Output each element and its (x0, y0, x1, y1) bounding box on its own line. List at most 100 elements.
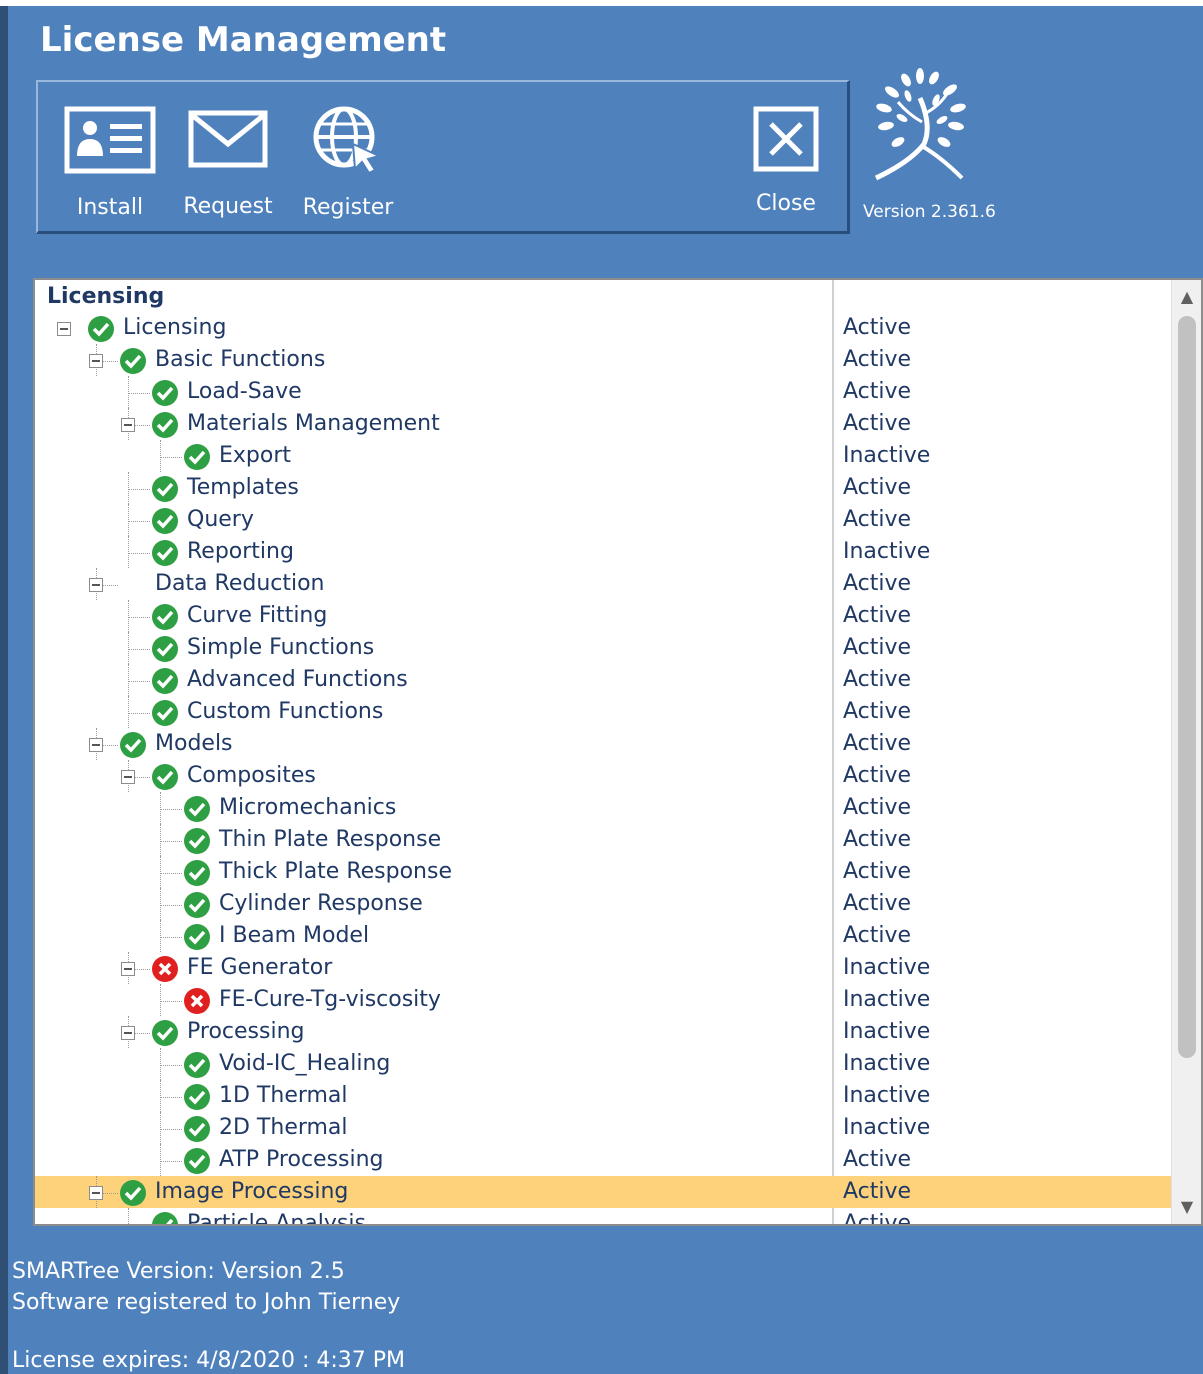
tree-connector (128, 600, 129, 632)
tree-connector (160, 1161, 182, 1162)
check-circle-icon (183, 827, 211, 855)
collapse-toggle-icon[interactable] (89, 578, 103, 592)
collapse-toggle-icon[interactable] (121, 770, 135, 784)
close-label: Close (756, 191, 816, 216)
collapse-toggle-icon[interactable] (89, 354, 103, 368)
tree-row[interactable]: Curve Fitting Active (35, 600, 1173, 632)
envelope-icon (188, 110, 268, 168)
tree-row[interactable]: Thick Plate Response Active (35, 856, 1173, 888)
tree-row[interactable]: Cylinder Response Active (35, 888, 1173, 920)
tree-item-label: Load-Save (187, 379, 302, 404)
tree-row[interactable]: 2D Thermal Inactive (35, 1112, 1173, 1144)
tree-item-label: I Beam Model (219, 923, 370, 948)
tree-item-label: 2D Thermal (219, 1115, 348, 1140)
tree-connector (128, 536, 129, 568)
scroll-thumb[interactable] (1178, 316, 1196, 1058)
check-circle-icon (151, 667, 179, 695)
tree-row[interactable]: Simple Functions Active (35, 632, 1173, 664)
tree-item-label: FE-Cure-Tg-viscosity (219, 987, 441, 1012)
tree-row[interactable]: Void-IC_Healing Inactive (35, 1048, 1173, 1080)
tree-connector (128, 1208, 129, 1224)
check-circle-icon (151, 1019, 179, 1047)
tree-connector (160, 1001, 182, 1002)
tree-connector (160, 873, 182, 874)
tree-row[interactable]: Data Reduction Active (35, 568, 1173, 600)
tree-rows: Licensing Active Basic Functions Active Load… (35, 312, 1173, 1226)
tree-row[interactable]: I Beam Model Active (35, 920, 1173, 952)
tree-item-label: 1D Thermal (219, 1083, 348, 1108)
tree-row[interactable]: Image Processing Active (35, 1176, 1173, 1208)
collapse-toggle-icon[interactable] (121, 962, 135, 976)
tree-row[interactable]: FE-Cure-Tg-viscosity Inactive (35, 984, 1173, 1016)
tree-connector (160, 809, 182, 810)
tree-item-label: Simple Functions (187, 635, 375, 660)
collapse-toggle-icon[interactable] (89, 738, 103, 752)
tree-connector (128, 393, 150, 394)
scroll-up-arrow-icon[interactable]: ▲ (1172, 282, 1201, 312)
close-button[interactable]: Close (736, 82, 836, 232)
tree-row[interactable]: Particle Analysis Active (35, 1208, 1173, 1226)
tree-item-status: Active (843, 315, 912, 340)
collapse-toggle-icon[interactable] (57, 322, 71, 336)
tree-row[interactable]: Processing Inactive (35, 1016, 1173, 1048)
tree-row[interactable]: FE Generator Inactive (35, 952, 1173, 984)
tree-row[interactable]: Custom Functions Active (35, 696, 1173, 728)
vertical-scrollbar[interactable]: ▲ ▼ (1171, 280, 1201, 1224)
tree-connector (128, 504, 129, 536)
install-button[interactable]: Install (60, 82, 160, 232)
tree-item-status: Active (843, 1211, 912, 1226)
tree-item-status: Active (843, 1179, 912, 1204)
tree-connector (128, 664, 129, 696)
tree-row[interactable]: 1D Thermal Inactive (35, 1080, 1173, 1112)
scroll-down-arrow-icon[interactable]: ▼ (1172, 1192, 1201, 1222)
request-button[interactable]: Request (178, 82, 278, 232)
tree-item-status: Active (843, 699, 912, 724)
tree-item-status: Active (843, 923, 912, 948)
tree-item-label: Reporting (187, 539, 294, 564)
tree-item-label: Micromechanics (219, 795, 397, 820)
check-circle-icon (151, 1211, 179, 1224)
tree-row[interactable]: Materials Management Active (35, 408, 1173, 440)
tree-item-status: Inactive (843, 539, 931, 564)
tree-row[interactable]: Reporting Inactive (35, 536, 1173, 568)
tree-connector (160, 888, 161, 920)
close-icon (753, 106, 819, 172)
tree-item-label: Query (187, 507, 254, 532)
tree-row[interactable]: Query Active (35, 504, 1173, 536)
tree-row[interactable]: Basic Functions Active (35, 344, 1173, 376)
tree-item-status: Active (843, 731, 912, 756)
tree-row[interactable]: Micromechanics Active (35, 792, 1173, 824)
collapse-toggle-icon[interactable] (121, 418, 135, 432)
globe-cursor-icon (313, 106, 382, 175)
tree-item-status: Inactive (843, 1019, 931, 1044)
tree-item-status: Active (843, 411, 912, 436)
collapse-toggle-icon[interactable] (89, 1186, 103, 1200)
tree-item-label: ATP Processing (219, 1147, 384, 1172)
tree-logo-icon (874, 68, 966, 181)
register-button[interactable]: Register (296, 82, 400, 232)
tree-row[interactable]: ATP Processing Active (35, 1144, 1173, 1176)
check-circle-icon (183, 795, 211, 823)
collapse-toggle-icon[interactable] (121, 1026, 135, 1040)
tree-row[interactable]: Composites Active (35, 760, 1173, 792)
tree-row[interactable]: Advanced Functions Active (35, 664, 1173, 696)
tree-connector (128, 713, 150, 714)
tree-connector (160, 440, 161, 472)
tree-connector (128, 696, 129, 728)
tree-item-label: Basic Functions (155, 347, 326, 372)
tree-item-status: Active (843, 603, 912, 628)
tree-row[interactable]: Templates Active (35, 472, 1173, 504)
tree-row[interactable]: Thin Plate Response Active (35, 824, 1173, 856)
install-label: Install (76, 195, 144, 220)
tree-row[interactable]: Licensing Active (35, 312, 1173, 344)
tree-connector (128, 649, 150, 650)
tree-connector (160, 1144, 161, 1176)
tree-connector (160, 937, 182, 938)
tree-row[interactable]: Load-Save Active (35, 376, 1173, 408)
license-tree-view[interactable]: Licensing Licensing Active Basic Functions… (33, 278, 1203, 1226)
tree-item-status: Active (843, 475, 912, 500)
license-expires-text: License expires: 4/8/2020 : 4:37 PM (12, 1348, 405, 1373)
tree-row[interactable]: Export Inactive (35, 440, 1173, 472)
tree-connector (160, 457, 182, 458)
tree-row[interactable]: Models Active (35, 728, 1173, 760)
